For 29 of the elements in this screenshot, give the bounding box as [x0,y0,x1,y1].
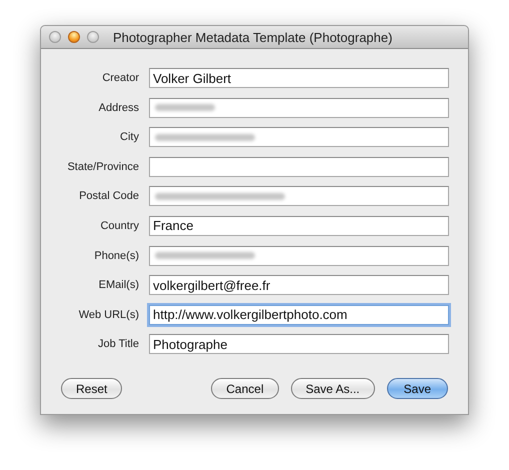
field-label: State/Province [66,160,139,173]
window-control-button[interactable] [68,31,80,43]
field-label: Job Title [97,338,139,350]
dialog-button[interactable]: Save [386,378,448,400]
text-field[interactable]: volkergilbert@free.fr [149,275,449,296]
text-field[interactable] [149,246,449,266]
field-label: Country [99,220,139,232]
blurred-text [155,104,215,112]
text-field[interactable]: France [149,216,449,236]
text-field[interactable] [149,127,449,148]
window-control-button[interactable] [49,31,61,43]
field-label: Postal Code [78,190,139,202]
text-field[interactable] [149,98,449,118]
field-label: Creator [101,72,139,84]
text-field[interactable] [149,186,449,206]
window-control-button[interactable] [87,31,99,43]
dialog-button[interactable]: Reset [61,378,122,400]
text-field[interactable]: Volker Gilbert [149,68,449,88]
text-field[interactable] [149,156,449,177]
window-title: Photographer Metadata Template (Photographe) [113,30,392,44]
dialog-button[interactable]: Save As... [290,378,375,400]
field-label: Address [98,102,139,114]
field-label: EMail(s) [98,279,139,292]
text-field[interactable]: http://www.volkergilbertphoto.com [149,304,449,325]
field-label: Phone(s) [93,250,139,262]
field-label: City [119,131,139,144]
field-label: Web URL(s) [78,308,139,321]
text-field[interactable]: Photographe [149,334,449,354]
dialog-button[interactable]: Cancel [211,378,279,400]
